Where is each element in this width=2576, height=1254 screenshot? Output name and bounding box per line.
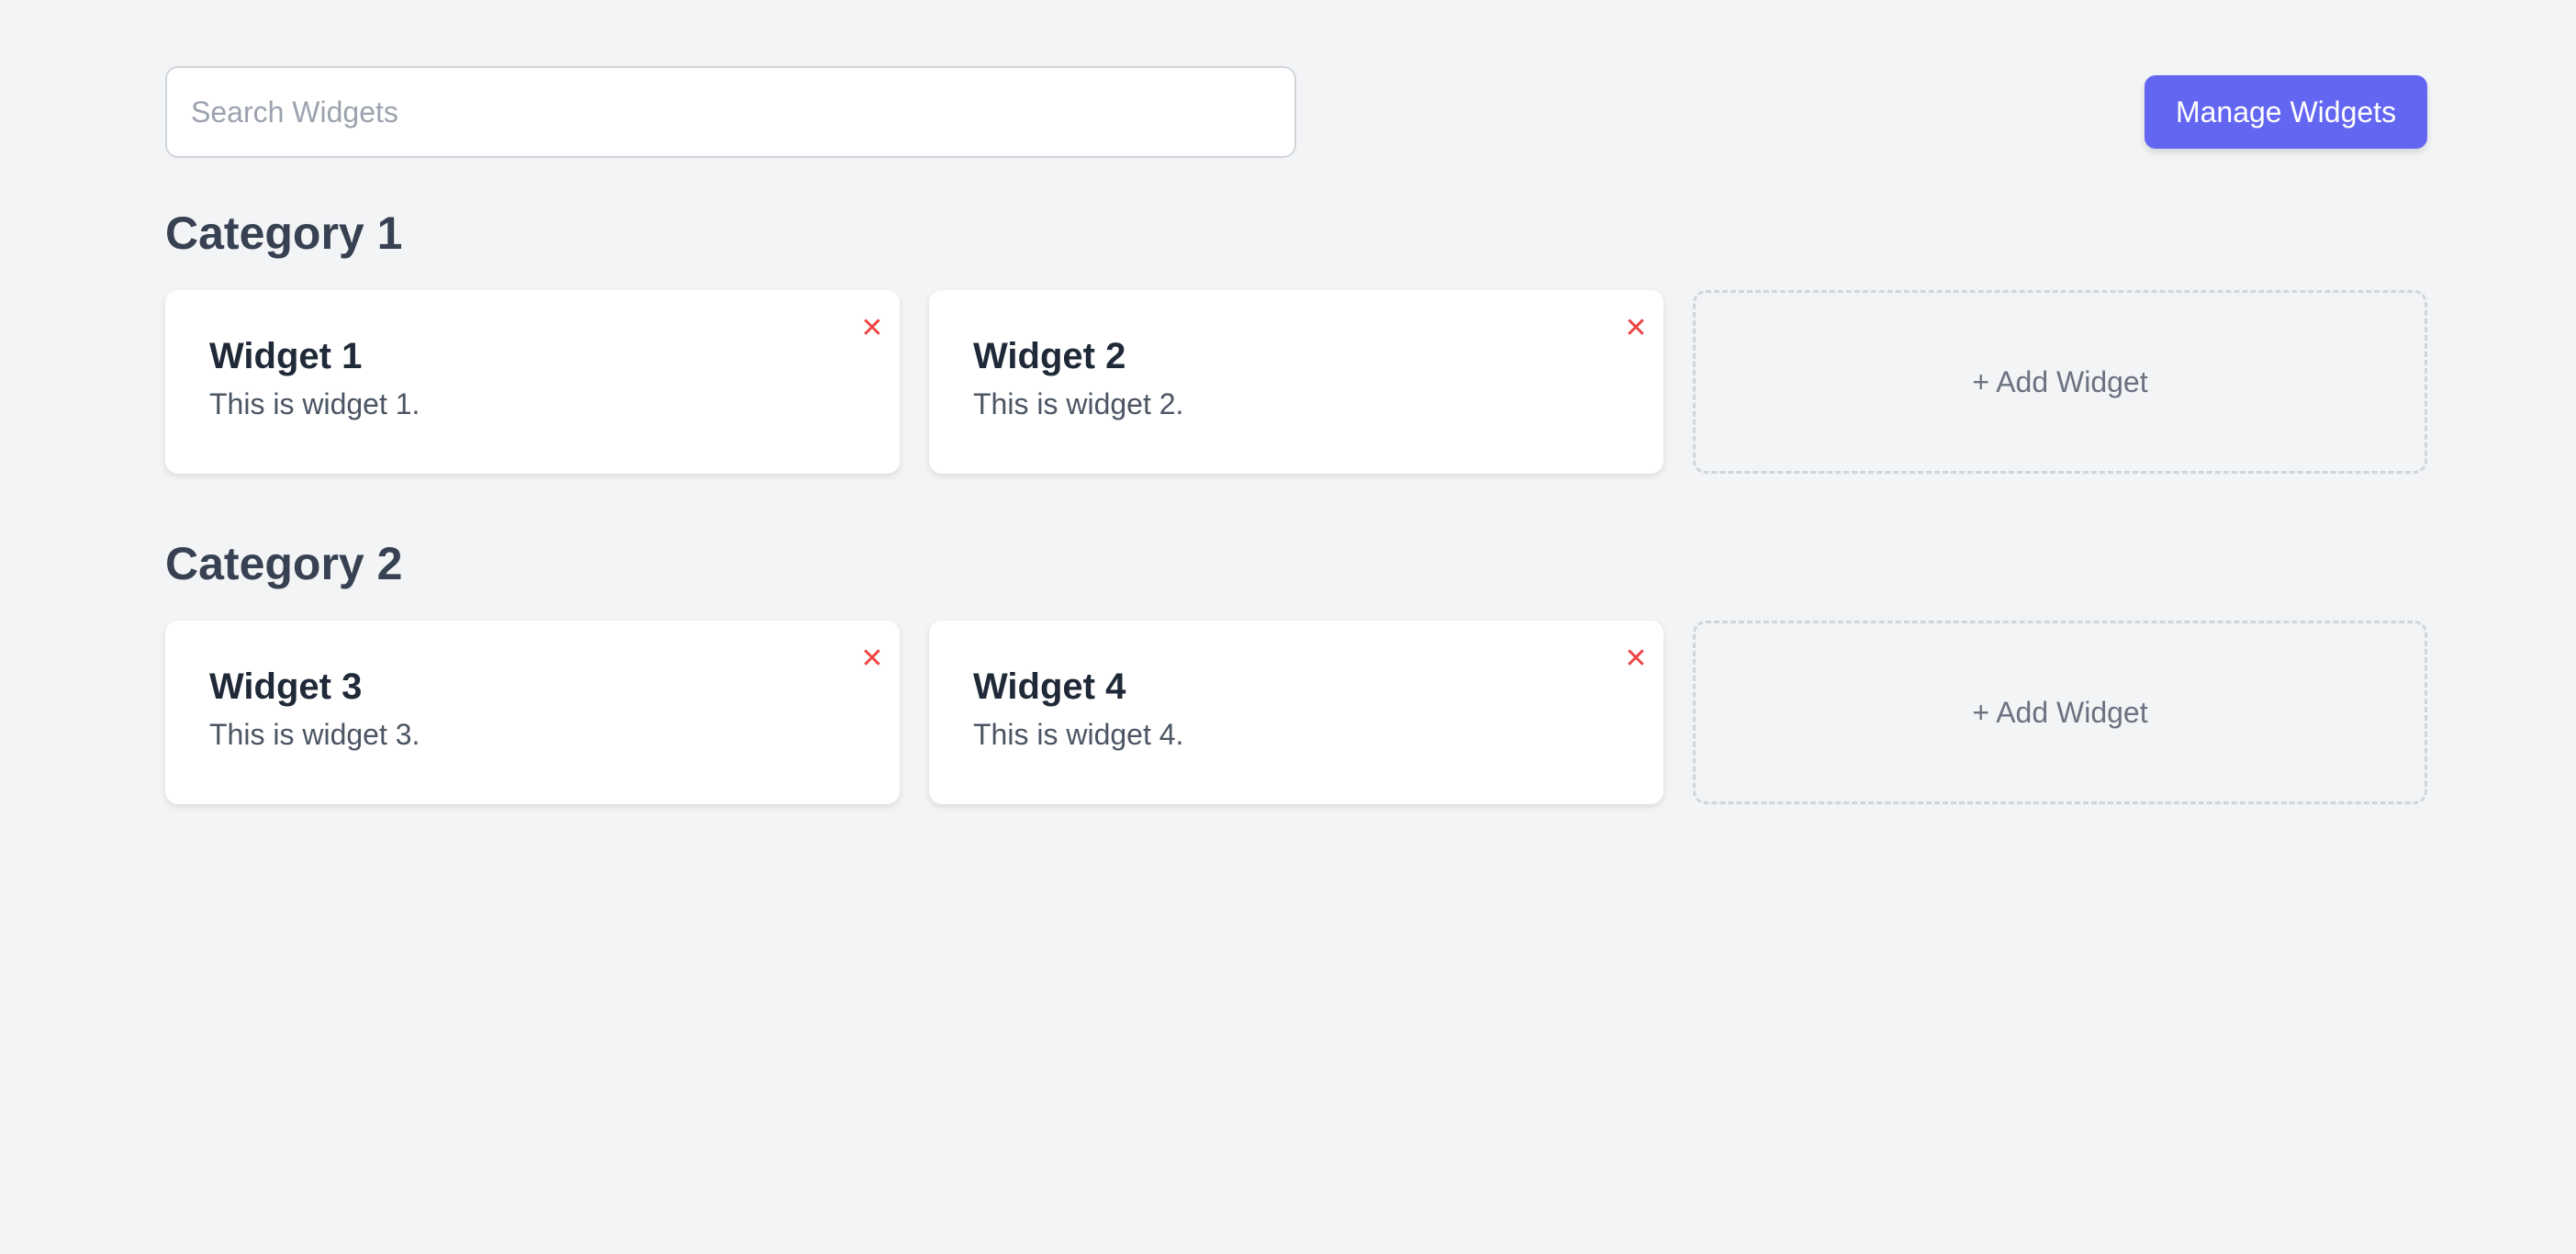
widget-row: Widget 1 This is widget 1. ✕ Widget 2 Th… [165,290,2427,474]
widget-description: This is widget 1. [209,387,420,420]
widget-title: Widget 2 [973,336,1126,376]
widget-title: Widget 4 [973,666,1126,707]
category-section: Category 1 Widget 1 This is widget 1. ✕ … [165,200,2427,474]
remove-widget-close-icon[interactable]: ✕ [1618,641,1654,677]
widget-card: Widget 2 This is widget 2. ✕ [929,290,1663,474]
widget-title: Widget 3 [209,666,363,707]
add-widget-button[interactable]: + Add Widget [1693,290,2427,474]
category-section: Category 2 Widget 3 This is widget 3. ✕ … [165,531,2427,804]
manage-widgets-button[interactable]: Manage Widgets [2145,75,2427,149]
widget-dashboard: Manage Widgets Category 1 Widget 1 This … [0,0,2576,1254]
remove-widget-close-icon[interactable]: ✕ [854,310,890,347]
widget-card: Widget 4 This is widget 4. ✕ [929,621,1663,804]
widget-card: Widget 1 This is widget 1. ✕ [165,290,900,474]
widget-card: Widget 3 This is widget 3. ✕ [165,621,900,804]
widget-description: This is widget 2. [973,387,1184,420]
category-title: Category 2 [165,538,403,589]
widget-description: This is widget 3. [209,718,420,751]
search-input[interactable] [165,66,1296,158]
add-widget-button[interactable]: + Add Widget [1693,621,2427,804]
category-title: Category 1 [165,207,403,259]
widget-description: This is widget 4. [973,718,1184,751]
widget-title: Widget 1 [209,336,363,376]
remove-widget-close-icon[interactable]: ✕ [854,641,890,677]
widget-row: Widget 3 This is widget 3. ✕ Widget 4 Th… [165,621,2427,804]
remove-widget-close-icon[interactable]: ✕ [1618,310,1654,347]
